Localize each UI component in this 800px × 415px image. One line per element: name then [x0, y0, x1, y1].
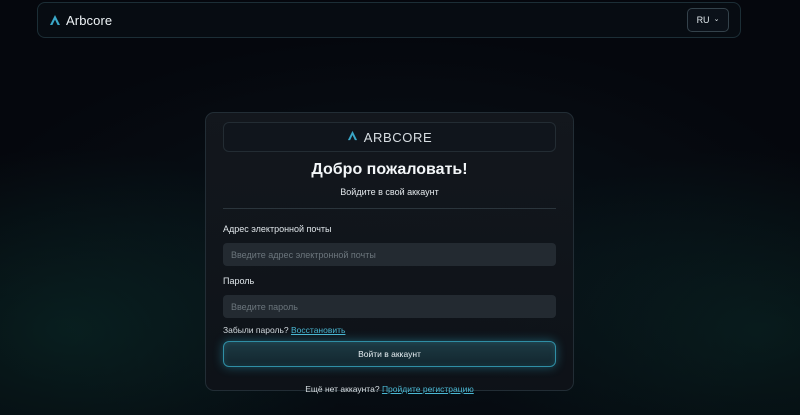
email-field[interactable] [223, 243, 556, 266]
arbcore-logo-icon [49, 14, 61, 26]
forgot-password-text: Забыли пароль? [223, 325, 289, 335]
restore-password-link[interactable]: Восстановить [291, 325, 345, 335]
brand[interactable]: Arbcore [49, 13, 112, 28]
page-title: Добро пожаловать! [311, 161, 468, 178]
login-button[interactable]: Войти в аккаунт [223, 341, 556, 367]
password-label: Пароль [223, 276, 255, 286]
arbcore-logo-icon [347, 128, 358, 146]
card-logo-text: ARBCORE [363, 129, 433, 145]
login-card: ARBCORE Добро пожаловать! Войдите в свой… [205, 112, 574, 394]
register-link[interactable]: Пройдите регистрацию [382, 384, 474, 394]
card-logo: ARBCORE [223, 122, 556, 152]
language-select[interactable]: RU ⌄ [687, 8, 729, 32]
language-value: RU [696, 15, 710, 25]
forgot-password-row: Забыли пароль? Восстановить [223, 324, 556, 336]
no-account-text: Ещё нет аккаунта? [305, 384, 380, 394]
divider [223, 208, 556, 209]
chevron-down-icon: ⌄ [713, 15, 720, 23]
top-navbar: Arbcore RU ⌄ [37, 2, 741, 38]
register-row: Ещё нет аккаунта? Пройдите регистрацию [223, 384, 556, 394]
password-field[interactable] [223, 295, 556, 318]
email-label: Адрес электронной почты [223, 224, 332, 234]
brand-name: Arbcore [66, 12, 113, 28]
page-subtitle: Войдите в свой аккаунт [340, 187, 439, 197]
